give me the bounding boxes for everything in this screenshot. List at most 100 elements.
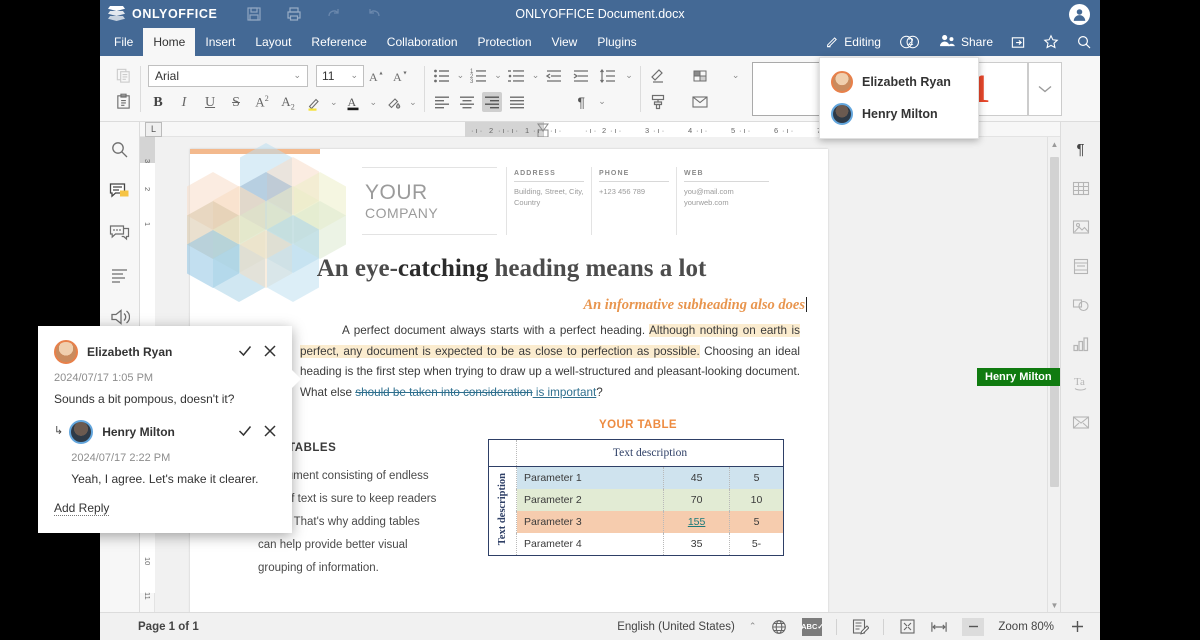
header-footer-settings-icon[interactable] — [1070, 255, 1092, 277]
tab-stop-selector[interactable]: L — [145, 122, 162, 137]
menu-item-collaboration[interactable]: Collaboration — [377, 28, 468, 56]
chevron-down-icon[interactable]: ⌄ — [409, 97, 417, 108]
numbering-icon[interactable]: 123 — [469, 66, 489, 86]
increase-indent-icon[interactable] — [571, 66, 591, 86]
user-list-item[interactable]: Henry Milton — [820, 98, 978, 130]
decrease-indent-icon[interactable] — [544, 66, 564, 86]
zoom-level-label[interactable]: Zoom 80% — [998, 621, 1054, 633]
language-label[interactable]: English (United States) — [617, 621, 735, 633]
scroll-up-icon[interactable]: ▲ — [1048, 137, 1060, 151]
shape-settings-icon[interactable] — [1070, 294, 1092, 316]
share-button[interactable]: Share — [935, 31, 997, 53]
paste-icon[interactable] — [113, 92, 133, 112]
user-list-item[interactable]: Elizabeth Ryan — [820, 66, 978, 98]
check-icon[interactable] — [238, 345, 252, 360]
menu-item-view[interactable]: View — [542, 28, 588, 56]
zoom-in-icon[interactable] — [1068, 618, 1086, 636]
font-name-input[interactable]: Arial ⌄ — [148, 64, 308, 87]
redo-icon[interactable] — [325, 5, 343, 23]
coauthoring-icon[interactable]: 2 — [894, 31, 926, 53]
font-color-icon[interactable]: A — [344, 93, 364, 113]
data-table[interactable]: Text description Text description Parame… — [488, 439, 784, 556]
open-location-icon[interactable] — [1006, 31, 1030, 53]
style-gallery-expand-button[interactable] — [1028, 61, 1063, 116]
chevron-down-icon[interactable]: ⌄ — [532, 70, 540, 81]
mail-merge-settings-icon[interactable] — [1070, 411, 1092, 433]
menu-item-protection[interactable]: Protection — [468, 28, 542, 56]
feedback-icon[interactable] — [109, 306, 131, 328]
save-icon[interactable] — [245, 5, 263, 23]
nonprinting-chars-icon[interactable]: ¶ — [571, 92, 591, 112]
clear-style-icon[interactable] — [648, 66, 668, 86]
print-icon[interactable] — [285, 5, 303, 23]
align-left-icon[interactable] — [432, 92, 452, 112]
document-paragraph[interactable]: A perfect document always starts with a … — [300, 321, 800, 403]
scroll-down-icon[interactable]: ▼ — [1048, 598, 1060, 612]
check-icon[interactable] — [238, 425, 252, 440]
chevron-down-icon[interactable]: ⌄ — [598, 96, 606, 107]
document-heading[interactable]: An eye-catching heading means a lot — [214, 255, 809, 283]
italic-icon[interactable]: I — [174, 93, 194, 113]
comment-card[interactable]: Elizabeth Ryan 2024/07/17 1:05 PM Sounds… — [38, 326, 301, 533]
menu-item-layout[interactable]: Layout — [245, 28, 301, 56]
text-art-settings-icon[interactable]: Ta — [1070, 372, 1092, 394]
fit-width-icon[interactable] — [930, 618, 948, 636]
font-size-input[interactable]: 11 ⌄ — [316, 64, 364, 87]
underline-icon[interactable]: U — [200, 93, 220, 113]
close-icon[interactable] — [264, 424, 276, 440]
image-settings-icon[interactable] — [1070, 216, 1092, 238]
strikethrough-icon[interactable]: S — [226, 93, 246, 113]
paragraph-settings-icon[interactable]: ¶ — [1070, 138, 1092, 160]
user-avatar-icon[interactable] — [1069, 4, 1090, 25]
shading-icon[interactable] — [383, 93, 403, 113]
align-right-icon[interactable] — [481, 91, 502, 112]
track-changes-icon[interactable] — [851, 618, 869, 636]
add-reply-button[interactable]: Add Reply — [54, 501, 110, 516]
bold-icon[interactable]: B — [148, 93, 168, 113]
zoom-out-icon[interactable] — [962, 617, 985, 636]
copy-icon[interactable] — [113, 66, 133, 86]
language-globe-icon[interactable] — [770, 618, 788, 636]
bullets-icon[interactable] — [432, 66, 452, 86]
align-center-icon[interactable] — [457, 92, 477, 112]
menu-item-home[interactable]: Home — [143, 28, 196, 56]
highlight-color-icon[interactable] — [304, 93, 324, 113]
increase-font-icon[interactable]: A — [368, 66, 388, 86]
comments-icon[interactable] — [109, 180, 131, 202]
copy-style-icon[interactable] — [648, 92, 668, 112]
spellcheck-icon[interactable]: ABC✓ — [801, 617, 824, 636]
chevron-down-icon[interactable]: ⌄ — [625, 70, 633, 81]
justify-icon[interactable] — [507, 92, 527, 112]
undo-icon[interactable] — [365, 5, 383, 23]
subscript-icon[interactable]: A2 — [278, 93, 298, 113]
menu-item-plugins[interactable]: Plugins — [587, 28, 646, 56]
line-spacing-icon[interactable] — [598, 66, 618, 86]
menu-item-reference[interactable]: Reference — [301, 28, 376, 56]
chevron-down-icon[interactable]: ⌄ — [732, 70, 740, 81]
scrollbar-thumb[interactable] — [1050, 157, 1059, 487]
menu-item-file[interactable]: File — [104, 28, 143, 56]
multilevel-icon[interactable] — [507, 66, 527, 86]
decrease-font-icon[interactable]: A — [392, 66, 412, 86]
table-settings-icon[interactable] — [1070, 177, 1092, 199]
columns-icon[interactable] — [690, 66, 710, 86]
editing-mode-button[interactable]: Editing — [821, 31, 885, 53]
search-icon[interactable] — [109, 138, 131, 160]
document-subheading[interactable]: An informative subheading also does — [583, 297, 807, 314]
chevron-down-icon[interactable]: ⌄ — [370, 97, 378, 108]
close-icon[interactable] — [264, 344, 276, 360]
mail-merge-icon[interactable] — [690, 92, 710, 112]
chevron-up-icon[interactable]: ⌃ — [749, 621, 757, 632]
headings-icon[interactable] — [109, 264, 131, 286]
favorite-star-icon[interactable] — [1039, 31, 1063, 53]
menu-item-insert[interactable]: Insert — [195, 28, 245, 56]
superscript-icon[interactable]: A2 — [252, 93, 272, 113]
reply-date: 2024/07/17 2:22 PM — [71, 452, 171, 464]
fit-page-icon[interactable] — [898, 618, 916, 636]
chevron-down-icon[interactable]: ⌄ — [494, 70, 502, 81]
search-icon[interactable] — [1072, 31, 1096, 53]
chat-icon[interactable] — [109, 222, 131, 244]
chart-settings-icon[interactable] — [1070, 333, 1092, 355]
chevron-down-icon[interactable]: ⌄ — [457, 70, 465, 81]
chevron-down-icon[interactable]: ⌄ — [330, 97, 338, 108]
